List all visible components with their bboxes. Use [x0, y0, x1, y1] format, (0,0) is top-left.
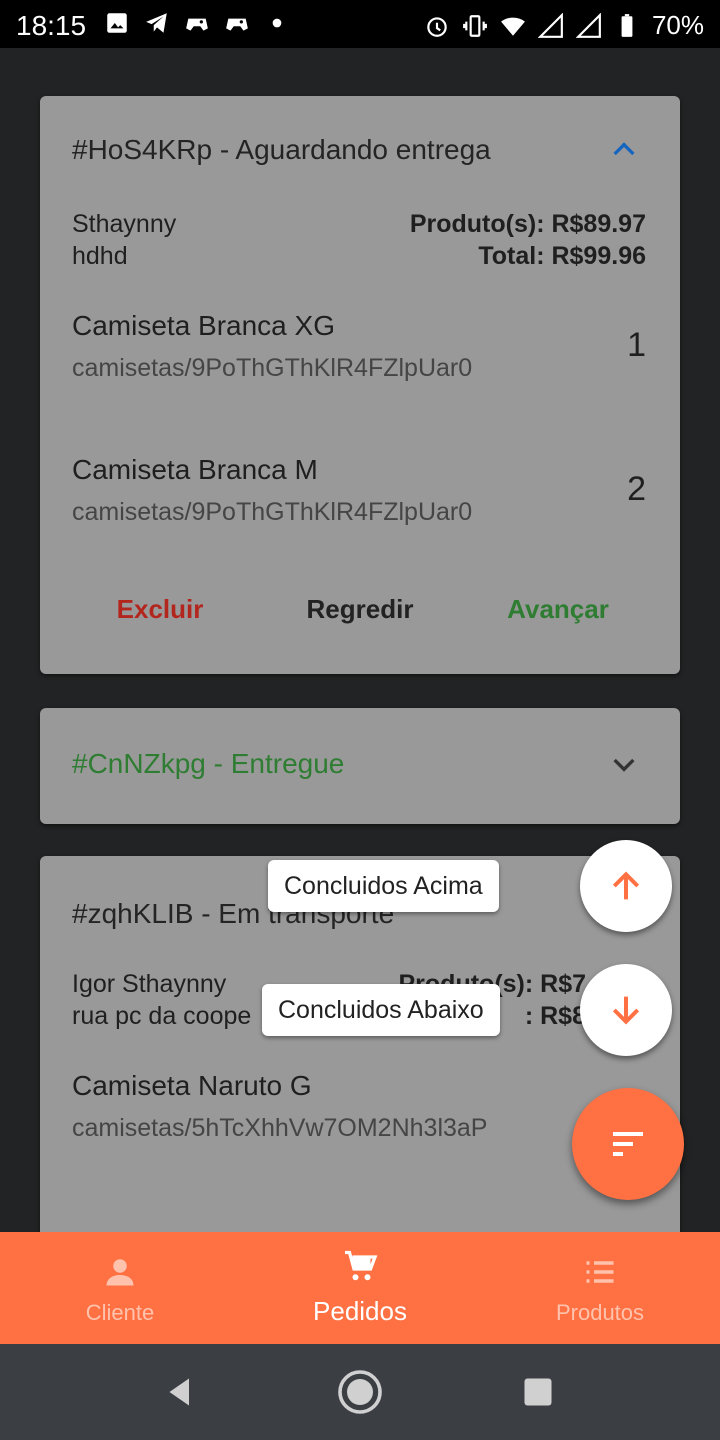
- dot-icon: [272, 18, 282, 28]
- customer-address: rua pc da coope: [72, 1002, 252, 1030]
- arrow-down-icon: [612, 996, 640, 1025]
- nav-item-produtos[interactable]: Produtos: [480, 1232, 720, 1344]
- alarm-icon: [427, 16, 447, 37]
- customer-address: hdhd: [72, 242, 128, 270]
- sort-up-button[interactable]: [580, 840, 672, 932]
- signal-icon: [575, 12, 601, 38]
- delete-button[interactable]: Excluir: [80, 594, 240, 625]
- nav-label: Pedidos: [313, 1296, 407, 1326]
- list-icon: [586, 1261, 614, 1283]
- customer-name: Sthaynny: [72, 210, 177, 238]
- order-header[interactable]: #HoS4KRp - Aguardando entrega: [72, 134, 640, 166]
- order-title: #CnNZkpg - Entregue: [72, 748, 345, 779]
- chevron-up-icon[interactable]: [608, 134, 640, 166]
- bottom-navigation: Cliente Pedidos Produtos: [0, 1232, 720, 1344]
- sort-down-button[interactable]: [580, 964, 672, 1056]
- order-card[interactable]: #CnNZkpg - Entregue: [40, 708, 680, 824]
- wifi-icon: [501, 17, 525, 36]
- sort-up-label[interactable]: Concluidos Acima: [268, 860, 499, 912]
- item-path: camisetas/9PoThGThKlR4FZlpUar0: [72, 498, 473, 526]
- nav-label: Cliente: [85, 1300, 155, 1325]
- order-header[interactable]: #CnNZkpg - Entregue: [72, 748, 640, 780]
- battery-percentage: 70%: [651, 10, 704, 40]
- status-bar: 18:15 70%: [0, 0, 720, 48]
- order-card: #HoS4KRp - Aguardando entrega Sthaynny h…: [40, 96, 680, 674]
- arrow-up-icon: [612, 871, 640, 900]
- item-name: Camiseta Naruto G: [72, 1070, 312, 1101]
- recents-icon[interactable]: [520, 1374, 556, 1410]
- back-icon[interactable]: [160, 1374, 200, 1410]
- item-name: Camiseta Branca XG: [72, 310, 335, 341]
- order-title: #HoS4KRp - Aguardando entrega: [72, 134, 491, 165]
- status-time: 18:15: [16, 10, 87, 41]
- chevron-down-icon[interactable]: [608, 748, 640, 780]
- telegram-icon: [146, 13, 167, 33]
- notification-icons: [104, 10, 290, 36]
- customer-name: Igor Sthaynny: [72, 970, 227, 998]
- nav-item-pedidos[interactable]: Pedidos: [240, 1232, 480, 1344]
- item-name: Camiseta Branca M: [72, 454, 318, 485]
- person-icon: [106, 1259, 134, 1286]
- item-path: camisetas/5hTcXhhVw7OM2Nh3l3aP: [72, 1114, 488, 1142]
- cart-icon: [345, 1250, 378, 1281]
- game-controller-icon: [226, 18, 248, 31]
- order-total: Total: R$99.96: [478, 242, 646, 270]
- system-navigation-bar: [0, 1344, 720, 1440]
- game-controller-icon: [186, 18, 208, 31]
- nav-item-cliente[interactable]: Cliente: [0, 1232, 240, 1344]
- sort-icon: [613, 1132, 643, 1156]
- advance-button[interactable]: Avançar: [478, 594, 638, 625]
- system-icons: 70%: [424, 10, 704, 41]
- order-total: : R$8: [524, 1002, 586, 1030]
- products-total: Produto(s): R$89.97: [409, 210, 646, 238]
- signal-icon: [537, 12, 563, 38]
- orders-list[interactable]: #HoS4KRp - Aguardando entrega Sthaynny h…: [0, 48, 720, 1232]
- item-quantity: 2: [627, 470, 646, 508]
- vibrate-icon: [463, 14, 487, 37]
- battery-icon: [621, 13, 633, 37]
- nav-label: Produtos: [555, 1300, 645, 1325]
- item-quantity: 1: [627, 326, 646, 364]
- regress-button[interactable]: Regredir: [280, 594, 440, 625]
- home-icon[interactable]: [336, 1368, 384, 1416]
- sort-menu-button[interactable]: [572, 1088, 684, 1200]
- image-icon: [107, 13, 127, 33]
- item-path: camisetas/9PoThGThKlR4FZlpUar0: [72, 354, 473, 382]
- sort-down-label[interactable]: Concluidos Abaixo: [262, 984, 500, 1036]
